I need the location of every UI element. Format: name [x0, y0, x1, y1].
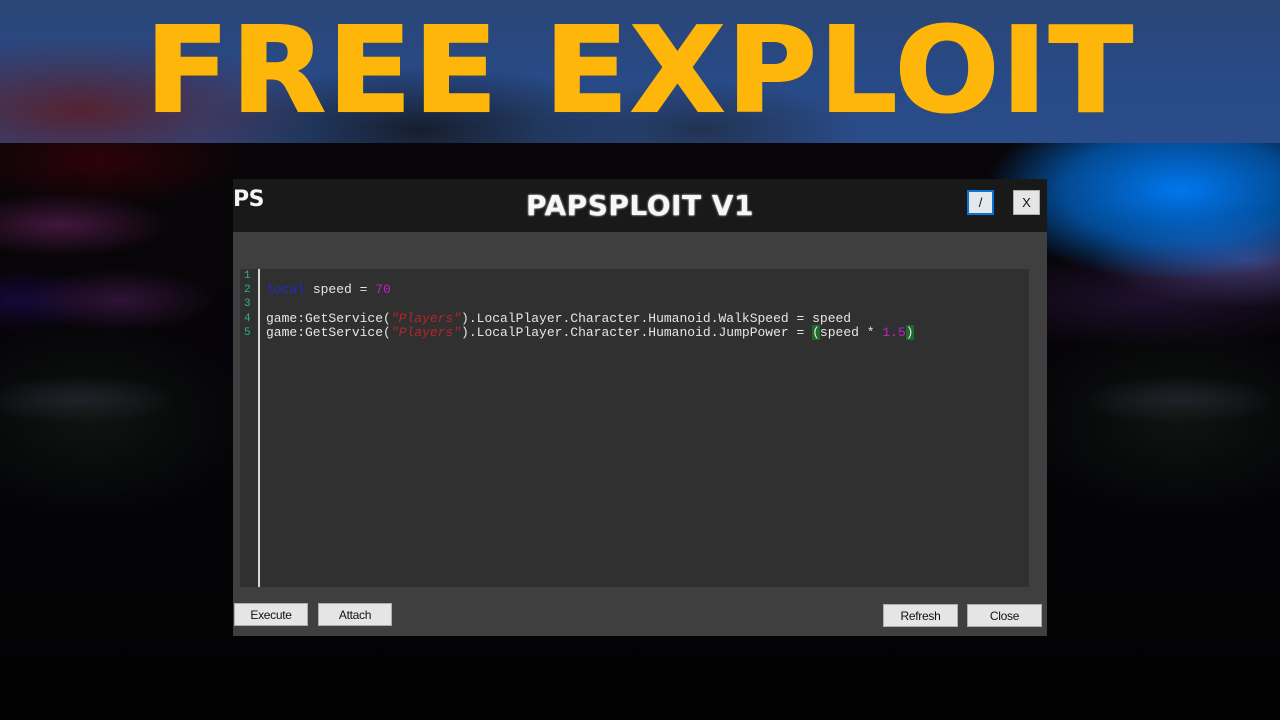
code-token-number: 70 [375, 282, 391, 297]
line-number: 1 [244, 270, 251, 282]
code-line: game:GetService("Players").LocalPlayer.C… [266, 312, 851, 326]
code-line: local speed = 70 [266, 283, 391, 297]
code-token-string: "Players" [390, 325, 462, 340]
close-window-button[interactable]: X [1013, 190, 1040, 215]
window-title: PAPSPLOIT V1 [526, 189, 754, 222]
thumbnail-banner: FREE EXPLOIT [0, 0, 1280, 143]
code-token-string: "Players" [390, 311, 462, 326]
code-token-plain: speed = [305, 282, 376, 297]
title-bar[interactable]: PS PAPSPLOIT V1 / X [233, 179, 1047, 232]
code-token-plain: ).LocalPlayer.Character.Humanoid.JumpPow… [461, 325, 813, 340]
close-button[interactable]: Close [967, 604, 1042, 627]
code-token-plain: game:GetService( [266, 311, 391, 326]
execute-button[interactable]: Execute [234, 603, 308, 626]
code-token-number: 1.5 [882, 325, 906, 340]
minimize-button[interactable]: / [967, 190, 994, 215]
line-number: 5 [244, 327, 251, 339]
code-token-plain: game:GetService( [266, 325, 391, 340]
script-editor[interactable]: 1 2 3 4 5 local speed = 70 game:GetServic… [240, 269, 1029, 587]
code-token-highlight: ( [812, 325, 820, 340]
line-number: 4 [244, 313, 251, 325]
line-number: 3 [244, 298, 251, 310]
code-token-plain: ).LocalPlayer.Character.Humanoid.WalkSpe… [461, 311, 852, 326]
line-number: 2 [244, 284, 251, 296]
line-number-gutter: 1 2 3 4 5 [240, 269, 258, 587]
gutter-divider [258, 269, 260, 587]
refresh-button[interactable]: Refresh [883, 604, 958, 627]
code-token-highlight: ) [905, 325, 914, 340]
code-token-plain: speed * [819, 325, 883, 340]
banner-title: FREE EXPLOIT [144, 1, 1135, 139]
code-line: game:GetService("Players").LocalPlayer.C… [266, 325, 914, 340]
exploit-window: PS PAPSPLOIT V1 / X 1 2 3 4 5 local spee… [233, 179, 1047, 636]
attach-button[interactable]: Attach [318, 603, 392, 626]
code-token-keyword: local [266, 282, 306, 297]
